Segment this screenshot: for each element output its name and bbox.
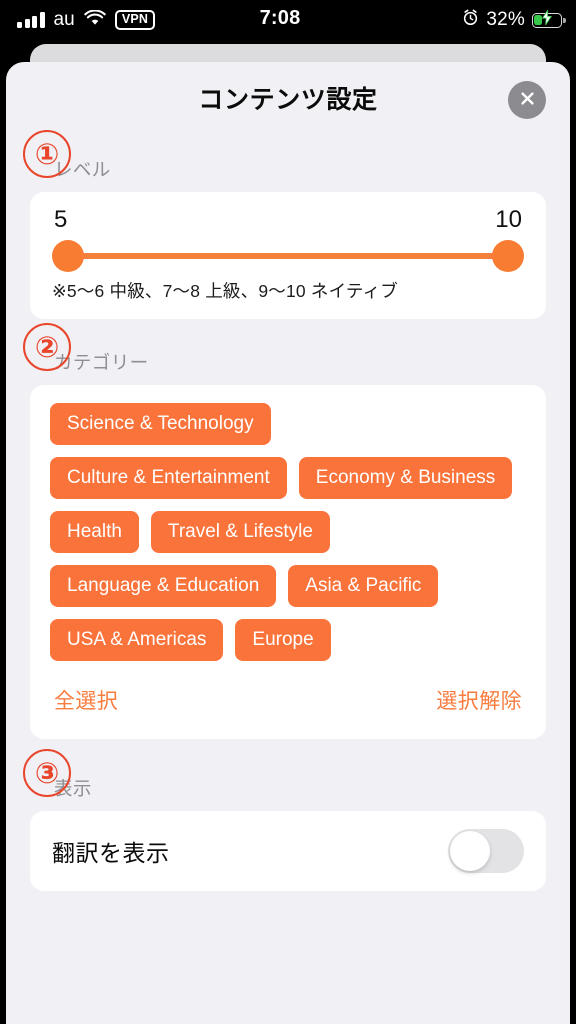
category-chip-row: Health Travel & Lifestyle [50,511,526,553]
slider-value-labels: 5 10 [52,206,524,234]
annotation-circle-2: ② [23,323,71,371]
category-chip-row: Science & Technology [50,403,526,445]
slider-track [68,253,508,259]
alarm-clock-icon [462,9,479,31]
slider-min-value: 5 [54,206,68,233]
close-button[interactable] [508,81,546,119]
annotation-circle-1: ① [23,130,71,178]
category-chip-row: USA & Americas Europe [50,619,526,661]
slider-thumb-min[interactable] [52,240,84,272]
battery-charging-icon [532,8,566,30]
category-chip[interactable]: Asia & Pacific [288,565,439,607]
level-card: 5 10 ※5〜6 中級、7〜8 上級、9〜10 ネイティブ [30,192,546,319]
category-card: Science & Technology Culture & Entertainm… [30,385,546,739]
category-chip[interactable]: Economy & Business [298,457,513,499]
category-chip[interactable]: Health [50,511,139,553]
select-all-button[interactable]: 全選択 [54,685,118,715]
sheet-header: コンテンツ設定 [6,62,570,134]
translation-label: 翻訳を表示 [52,840,170,866]
category-chip[interactable]: Europe [235,619,331,661]
content-settings-sheet: コンテンツ設定 ① レベル 5 10 ※5〜6 中級、7〜8 上級、9〜10 ネ… [6,62,570,1024]
category-chip[interactable]: Travel & Lifestyle [150,511,330,553]
category-chip-row: Culture & Entertainment Economy & Busines… [50,457,526,499]
status-bar-right: 32% [462,0,566,40]
level-note-text: ※5〜6 中級、7〜8 上級、9〜10 ネイティブ [52,281,398,301]
phone-screen: au VPN 7:08 32% コンテンツ設定 ① レベル 5 10 ※5〜6 … [0,0,576,1024]
category-chip[interactable]: Science & Technology [50,403,271,445]
page-title: コンテンツ設定 [198,86,378,114]
annotation-circle-3: ③ [23,749,71,797]
slider-max-value: 10 [495,206,522,233]
category-actions: 全選択 選択解除 [50,673,526,731]
battery-percent: 32% [486,9,525,30]
category-chip[interactable]: Culture & Entertainment [50,457,287,499]
category-chip-row: Language & Education Asia & Pacific [50,565,526,607]
section-header-display: ③ 表示 [6,749,570,811]
status-bar: au VPN 7:08 32% [0,0,576,40]
slider-thumb-max[interactable] [492,240,524,272]
category-chip[interactable]: USA & Americas [50,619,224,661]
translation-row: 翻訳を表示 [30,811,546,891]
level-range-slider[interactable] [52,236,524,276]
charging-bolt-icon [541,8,553,30]
deselect-all-button[interactable]: 選択解除 [436,685,522,715]
close-x-icon [518,89,537,111]
section-header-level: ① レベル [6,130,570,192]
section-header-category: ② カテゴリー [6,323,570,385]
category-chip-list: Science & Technology Culture & Entertainm… [50,403,526,661]
category-chip[interactable]: Language & Education [50,565,277,607]
toggle-knob [450,831,490,871]
translation-toggle[interactable] [448,829,524,873]
